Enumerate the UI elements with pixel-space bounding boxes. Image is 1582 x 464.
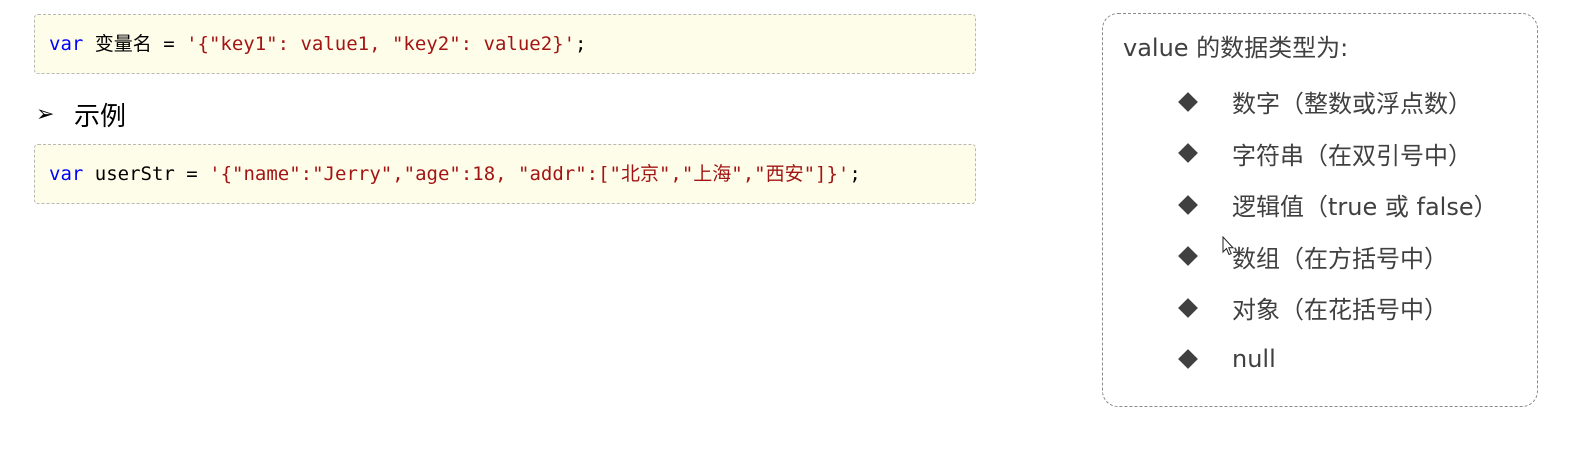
list-item-label: 字符串（在双引号中） xyxy=(1232,141,1472,170)
list-item: 数字（整数或浮点数） xyxy=(1175,76,1498,128)
list-item: 字符串（在双引号中） xyxy=(1175,128,1498,180)
code-string: '{"name":"Jerry","age":18, "addr":["北京",… xyxy=(209,163,850,185)
list-item-label: 对象（在花括号中） xyxy=(1232,296,1448,325)
diamond-bullet-icon xyxy=(1178,297,1198,318)
mouse-cursor-icon xyxy=(1222,236,1234,256)
diamond-bullet-icon xyxy=(1178,194,1198,215)
code-string: '{"key1": value1, "key2": value2}' xyxy=(186,33,576,55)
value-type-list: 数字（整数或浮点数） 字符串（在双引号中） 逻辑值（true 或 false） … xyxy=(1175,76,1498,385)
diamond-bullet-icon xyxy=(1178,91,1198,112)
list-item-label: 数组（在方括号中） xyxy=(1232,244,1448,273)
diamond-bullet-icon xyxy=(1178,143,1198,164)
example-heading-label: 示例 xyxy=(74,101,127,132)
list-item: 对象（在花括号中） xyxy=(1175,282,1498,334)
code-block-example: var userStr = '{"name":"Jerry","age":18,… xyxy=(34,144,976,204)
code-variable: userStr = xyxy=(83,163,210,185)
code-terminator: ; xyxy=(575,33,587,55)
list-item-label: null xyxy=(1232,345,1276,374)
list-item-label: 数字（整数或浮点数） xyxy=(1232,90,1472,119)
diamond-bullet-icon xyxy=(1178,349,1198,370)
code-keyword: var xyxy=(49,33,84,55)
code-keyword: var xyxy=(49,163,84,185)
list-item: 逻辑值（true 或 false） xyxy=(1175,179,1498,231)
code-block-syntax: var 变量名 = '{"key1": value1, "key2": valu… xyxy=(34,14,976,74)
code-terminator: ; xyxy=(849,163,861,185)
code-variable: 变量名 = xyxy=(83,33,187,55)
example-heading: ➢ 示例 xyxy=(36,92,126,136)
list-item-label: 逻辑值（true 或 false） xyxy=(1232,193,1498,222)
panel-title: value 的数据类型为: xyxy=(1123,34,1349,62)
diamond-bullet-icon xyxy=(1178,246,1198,267)
list-item: null xyxy=(1175,334,1498,386)
value-types-panel: value 的数据类型为: 数字（整数或浮点数） 字符串（在双引号中） 逻辑值（… xyxy=(1102,13,1538,407)
arrow-bullet-icon: ➢ xyxy=(36,101,55,127)
